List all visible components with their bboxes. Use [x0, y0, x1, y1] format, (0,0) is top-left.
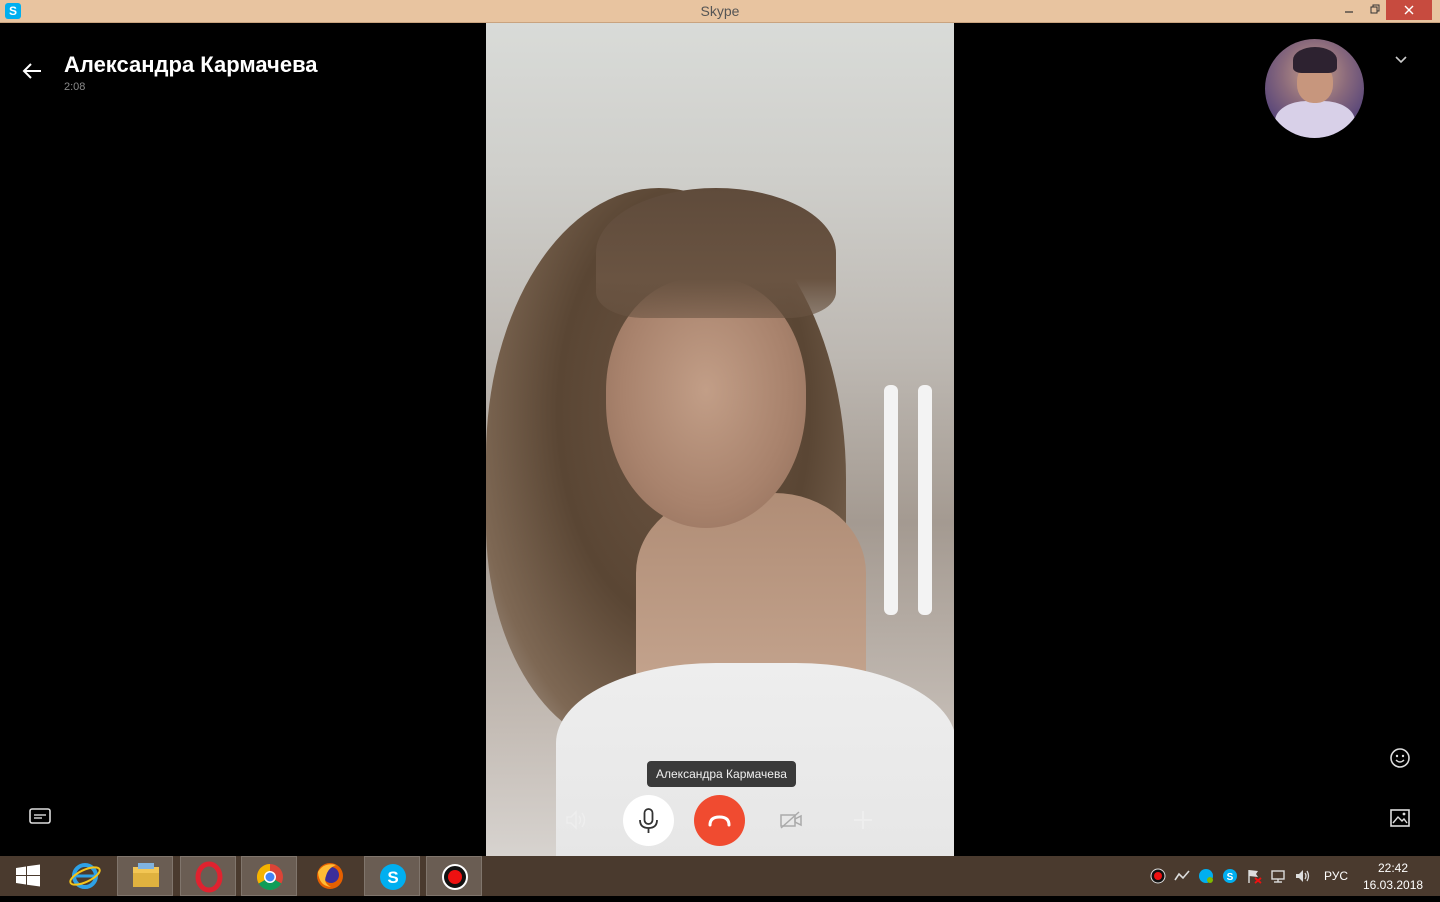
tray-volume[interactable]	[1294, 868, 1310, 884]
flag-icon	[1248, 870, 1262, 884]
gallery-icon	[1390, 809, 1410, 827]
chrome-icon	[256, 863, 283, 891]
chat-icon	[29, 808, 51, 824]
add-participant-button[interactable]	[849, 806, 877, 834]
emoji-icon	[1390, 748, 1410, 768]
minimize-icon	[1345, 11, 1353, 13]
svg-text:S: S	[387, 868, 398, 887]
hang-up-icon	[708, 815, 731, 827]
speaker-button[interactable]	[562, 806, 590, 834]
taskbar-firefox[interactable]	[302, 856, 358, 896]
skype-icon: S	[1223, 869, 1237, 883]
mute-button[interactable]	[623, 795, 674, 846]
emoji-button[interactable]	[1386, 746, 1414, 774]
internet-explorer-icon	[69, 863, 101, 889]
windows-start-icon	[16, 864, 40, 887]
video-toggle-button[interactable]	[777, 806, 805, 834]
clock-date[interactable]: 16.03.2018	[1363, 878, 1423, 892]
start-button[interactable]	[0, 856, 56, 896]
tray-skype[interactable]: S	[1222, 868, 1238, 884]
taskbar-skype[interactable]: S	[364, 856, 420, 896]
participant-name-label: Александра Кармачева	[647, 761, 796, 787]
tray-action-center[interactable]	[1246, 868, 1262, 884]
clock-time[interactable]: 22:42	[1378, 861, 1408, 875]
end-call-button[interactable]	[694, 795, 745, 846]
file-explorer-icon	[133, 863, 159, 887]
tray-network[interactable]	[1270, 868, 1286, 884]
taskbar-internet-explorer[interactable]	[57, 856, 113, 896]
self-shirt	[1275, 101, 1355, 138]
background-pipe	[884, 385, 898, 615]
call-area: Александра Кармачева 2:08 Александра Кар…	[0, 23, 1440, 856]
self-video-preview[interactable]	[1265, 39, 1364, 138]
plus-icon	[854, 811, 872, 829]
title-bar: S Skype	[0, 0, 1440, 23]
taskbar-file-explorer[interactable]	[117, 856, 173, 896]
firefox-icon	[317, 863, 343, 889]
maximize-icon	[1370, 4, 1380, 14]
background-pipe	[918, 385, 932, 615]
back-arrow-icon	[22, 63, 41, 79]
chevron-down-icon	[1395, 56, 1407, 64]
call-duration: 2:08	[64, 81, 86, 93]
speaker-icon	[566, 810, 586, 830]
skype-status-icon	[1199, 869, 1213, 883]
tray-network-activity[interactable]	[1174, 868, 1190, 884]
recorder-icon	[442, 864, 468, 890]
collapse-preview-button[interactable]	[1390, 51, 1412, 73]
contact-name: Александра Кармачева	[64, 52, 318, 77]
network-activity-icon	[1174, 870, 1190, 881]
network-icon	[1271, 870, 1285, 883]
taskbar-chrome[interactable]	[241, 856, 297, 896]
taskbar-opera[interactable]	[180, 856, 236, 896]
remote-video	[486, 23, 954, 856]
video-person-bangs	[596, 188, 836, 318]
video-off-icon	[780, 811, 802, 829]
tray-record[interactable]	[1150, 868, 1166, 884]
record-icon	[1150, 868, 1166, 884]
close-button[interactable]	[1386, 0, 1432, 20]
input-language[interactable]: РУС	[1324, 869, 1348, 883]
self-hair	[1293, 47, 1337, 73]
window-title: Skype	[700, 3, 740, 19]
taskbar-recorder[interactable]	[426, 856, 482, 896]
svg-text:S: S	[1227, 872, 1234, 883]
skype-icon: S	[380, 864, 406, 890]
video-person-shirt	[556, 663, 954, 856]
taskbar: S S РУС 22:42 16.03.2018	[0, 856, 1440, 896]
gallery-button[interactable]	[1386, 806, 1414, 834]
tray-skype-status[interactable]	[1198, 868, 1214, 884]
back-button[interactable]	[20, 59, 46, 85]
volume-icon	[1296, 870, 1310, 882]
chat-button[interactable]	[26, 806, 54, 834]
opera-icon	[195, 861, 223, 893]
microphone-icon	[639, 808, 658, 833]
close-icon	[1404, 5, 1414, 15]
